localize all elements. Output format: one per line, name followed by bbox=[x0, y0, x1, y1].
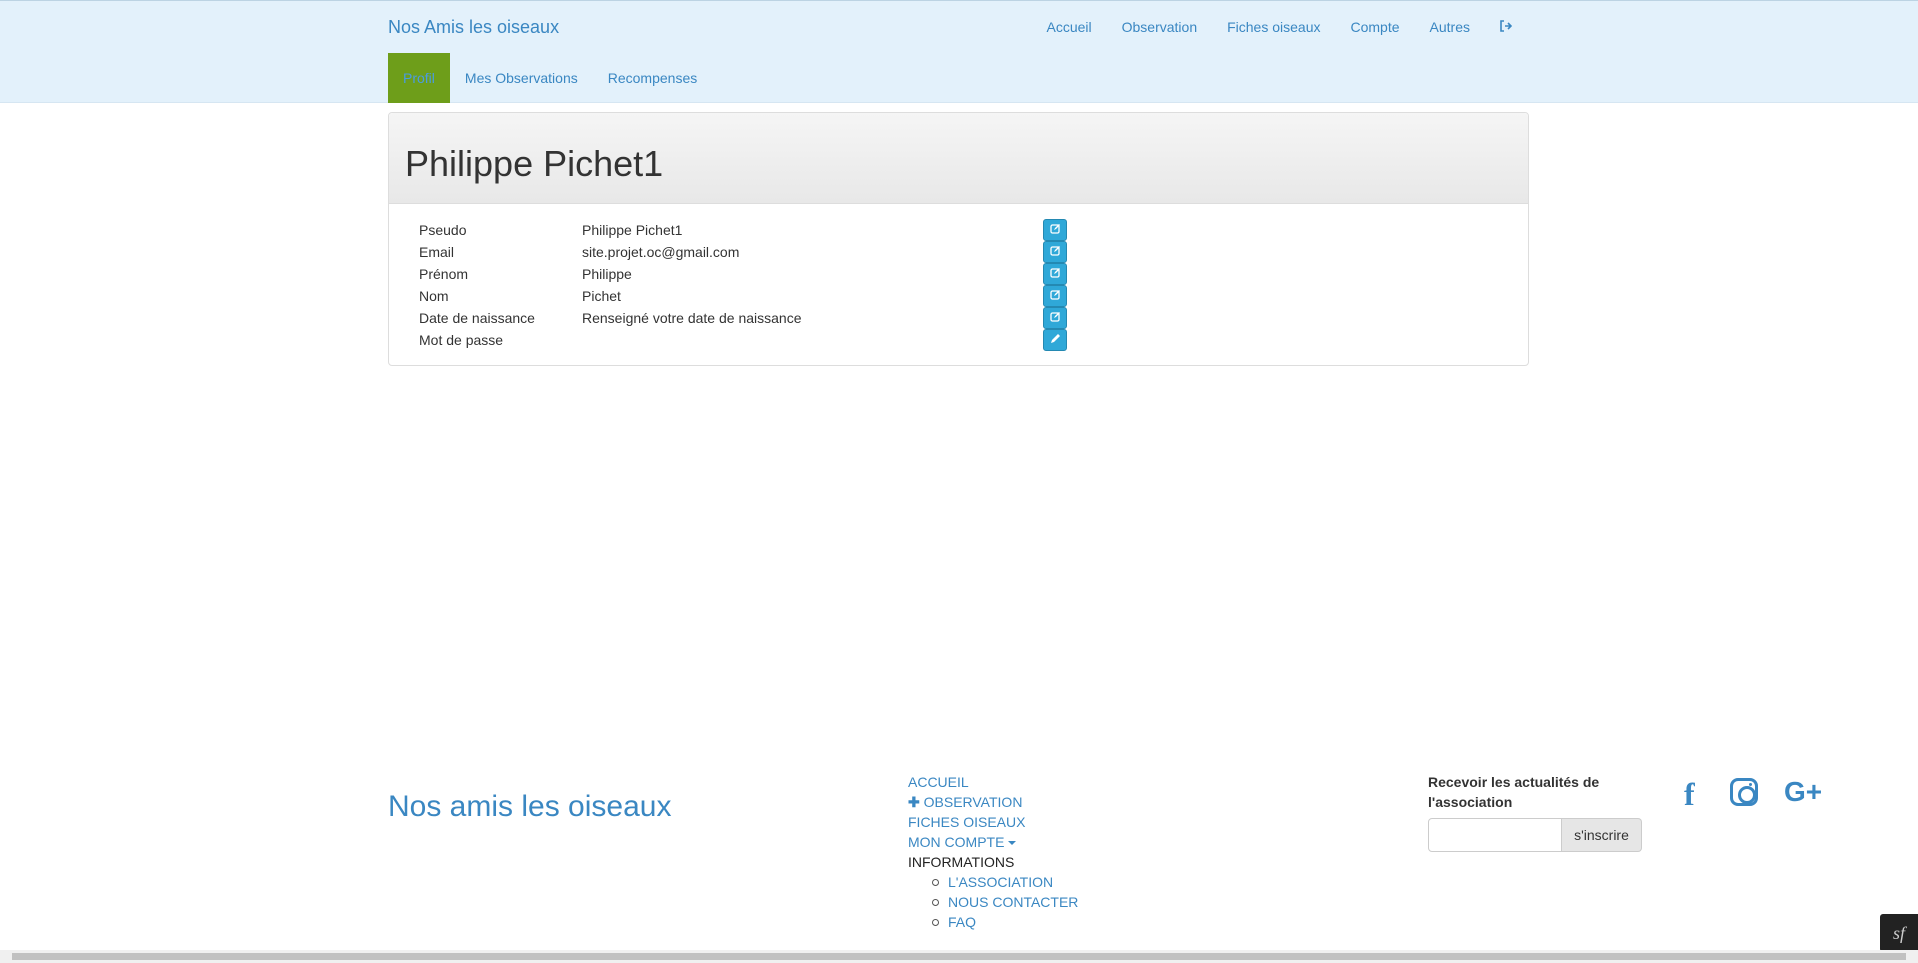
footer-brand: Nos amis les oiseaux bbox=[388, 790, 672, 823]
footer-informations-heading: INFORMATIONS bbox=[908, 854, 1015, 870]
field-label: Email bbox=[419, 244, 455, 260]
subscribe-button[interactable]: s'inscrire bbox=[1562, 818, 1642, 852]
newsletter-block: Recevoir les actualités de l'association… bbox=[1428, 772, 1648, 852]
edit-icon bbox=[1049, 312, 1060, 322]
brand-link[interactable]: Nos Amis les oiseaux bbox=[388, 17, 559, 38]
newsletter-form: s'inscrire bbox=[1428, 818, 1648, 852]
field-row-email: Email site.projet.oc@gmail.com bbox=[419, 241, 1419, 263]
footer-link-fiches[interactable]: FICHES OISEAUX bbox=[908, 812, 1078, 832]
top-navbar: Nos Amis les oiseaux Accueil Observation… bbox=[0, 0, 1918, 103]
field-row-nom: Nom Pichet bbox=[419, 285, 1419, 307]
footer-link-observation[interactable]: ✚ OBSERVATION bbox=[908, 792, 1078, 812]
nav-fiches-oiseaux[interactable]: Fiches oiseaux bbox=[1227, 19, 1320, 35]
newsletter-title: Recevoir les actualités de l'association bbox=[1428, 774, 1600, 810]
symfony-toolbar-icon[interactable]: sf bbox=[1880, 914, 1918, 952]
edit-email-button[interactable] bbox=[1043, 241, 1067, 263]
edit-icon bbox=[1049, 224, 1060, 234]
nav-compte[interactable]: Compte bbox=[1351, 19, 1400, 35]
nav-autres[interactable]: Autres bbox=[1430, 19, 1470, 35]
edit-icon bbox=[1049, 290, 1060, 300]
field-value: Philippe bbox=[582, 266, 632, 282]
plus-icon: ✚ bbox=[908, 794, 924, 810]
profile-title: Philippe Pichet1 bbox=[405, 143, 664, 184]
tab-mes-observations[interactable]: Mes Observations bbox=[450, 53, 593, 103]
field-value: Pichet bbox=[582, 288, 621, 304]
footer-link-contact[interactable]: NOUS CONTACTER bbox=[908, 892, 1078, 912]
nav-accueil[interactable]: Accueil bbox=[1046, 19, 1091, 35]
footer-link-mon-compte[interactable]: MON COMPTE bbox=[908, 832, 1078, 852]
field-value: Renseigné votre date de naissance bbox=[582, 310, 802, 326]
nav-observation[interactable]: Observation bbox=[1122, 19, 1197, 35]
field-label: Mot de passe bbox=[419, 332, 504, 348]
field-label: Nom bbox=[419, 288, 449, 304]
newsletter-email-input[interactable] bbox=[1428, 818, 1562, 852]
main-nav: Accueil Observation Fiches oiseaux Compt… bbox=[1016, 19, 1513, 35]
field-label: Prénom bbox=[419, 266, 469, 282]
field-value: Philippe Pichet1 bbox=[582, 222, 683, 238]
horizontal-scrollbar[interactable] bbox=[0, 950, 1918, 963]
edit-icon bbox=[1049, 268, 1060, 278]
edit-password-button[interactable] bbox=[1043, 329, 1067, 351]
edit-icon bbox=[1049, 246, 1060, 256]
profile-header: Philippe Pichet1 bbox=[389, 113, 1528, 204]
profile-panel: Philippe Pichet1 Pseudo Philippe Pichet1… bbox=[388, 112, 1529, 366]
footer-link-association[interactable]: L'ASSOCIATION bbox=[908, 872, 1078, 892]
edit-prenom-button[interactable] bbox=[1043, 263, 1067, 285]
field-row-pseudo: Pseudo Philippe Pichet1 bbox=[419, 219, 1419, 241]
pencil-icon bbox=[1050, 334, 1060, 343]
field-label: Date de naissance bbox=[419, 310, 535, 326]
profile-tabs: Profil Mes Observations Recompenses bbox=[388, 53, 712, 103]
footer-link-mon-compte-label: MON COMPTE bbox=[908, 834, 1005, 850]
field-label: Pseudo bbox=[419, 222, 467, 238]
caret-down-icon bbox=[1008, 841, 1017, 846]
field-value: site.projet.oc@gmail.com bbox=[582, 244, 740, 260]
facebook-icon[interactable]: f bbox=[1684, 776, 1695, 812]
tab-profil[interactable]: Profil bbox=[388, 53, 450, 103]
field-row-date-naissance: Date de naissance Renseigné votre date d… bbox=[419, 307, 1419, 329]
field-row-prenom: Prénom Philippe bbox=[419, 263, 1419, 285]
footer-links: ACCUEIL ✚ OBSERVATION FICHES OISEAUX MON… bbox=[908, 772, 1078, 932]
scrollbar-thumb[interactable] bbox=[12, 953, 1906, 960]
sign-out-icon[interactable] bbox=[1500, 19, 1513, 35]
tab-recompenses[interactable]: Recompenses bbox=[593, 53, 713, 103]
edit-pseudo-button[interactable] bbox=[1043, 219, 1067, 241]
edit-nom-button[interactable] bbox=[1043, 285, 1067, 307]
footer-link-accueil[interactable]: ACCUEIL bbox=[908, 772, 1078, 792]
google-plus-icon[interactable]: G+ bbox=[1784, 776, 1822, 810]
field-row-mot-de-passe: Mot de passe bbox=[419, 329, 1419, 351]
footer-link-faq[interactable]: FAQ bbox=[908, 912, 1078, 932]
instagram-icon[interactable] bbox=[1730, 778, 1758, 806]
footer-link-observation-label: OBSERVATION bbox=[923, 794, 1023, 810]
edit-date-naissance-button[interactable] bbox=[1043, 307, 1067, 329]
